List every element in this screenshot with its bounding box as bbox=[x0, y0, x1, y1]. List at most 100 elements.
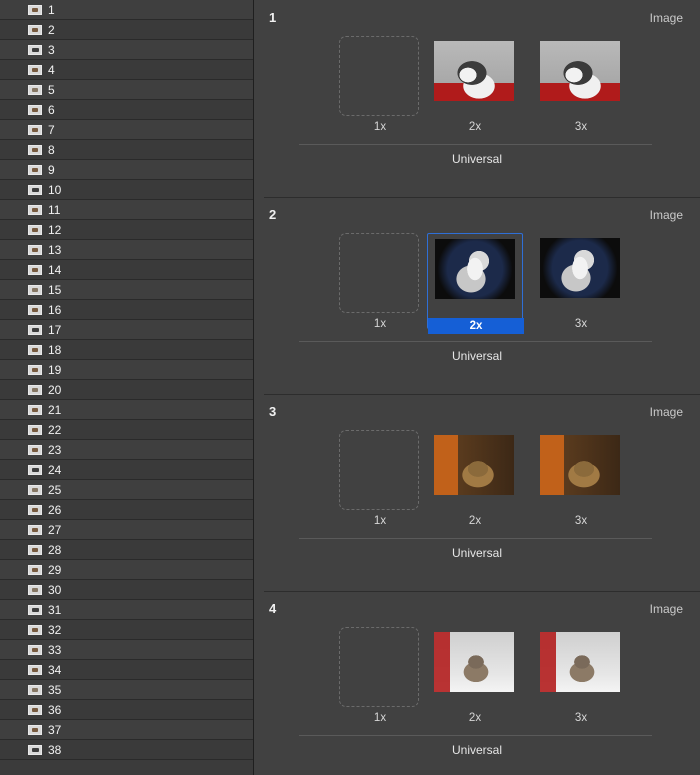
list-item[interactable]: 32 bbox=[0, 620, 253, 640]
thumbnail-icon bbox=[28, 384, 42, 395]
list-item[interactable]: 24 bbox=[0, 460, 253, 480]
list-item[interactable]: 37 bbox=[0, 720, 253, 740]
list-item[interactable]: 3 bbox=[0, 40, 253, 60]
scale-label: 3x bbox=[574, 515, 588, 527]
scale-slot-2x[interactable]: 2x bbox=[427, 430, 523, 527]
image-well[interactable] bbox=[434, 36, 514, 116]
list-item[interactable]: 15 bbox=[0, 280, 253, 300]
thumbnail-icon bbox=[28, 424, 42, 435]
list-item[interactable]: 17 bbox=[0, 320, 253, 340]
asset-catalog-window: 1 2 3 4 5 6 7 8 9 10 11 12 13 14 15 16 17 18 19 20 21 22 23 24 2… bbox=[0, 0, 700, 775]
group-type-label: Image bbox=[649, 11, 683, 25]
list-item[interactable]: 21 bbox=[0, 400, 253, 420]
list-item[interactable]: 22 bbox=[0, 420, 253, 440]
thumbnail-icon bbox=[28, 664, 42, 675]
thumbnail-icon bbox=[28, 244, 42, 255]
empty-drop-well[interactable] bbox=[339, 233, 419, 313]
list-item-label: 25 bbox=[48, 482, 62, 497]
image-well[interactable] bbox=[434, 430, 514, 510]
list-item[interactable]: 18 bbox=[0, 340, 253, 360]
image-set-group: 1 Image 1x 2x 3x Universal bbox=[254, 0, 700, 198]
image-well[interactable] bbox=[540, 36, 620, 116]
thumbnail-icon bbox=[28, 4, 42, 15]
empty-drop-well[interactable] bbox=[339, 627, 419, 707]
scale-slot-3x[interactable]: 3x bbox=[533, 36, 629, 133]
group-type-label: Image bbox=[649, 405, 683, 419]
list-item[interactable]: 19 bbox=[0, 360, 253, 380]
image-well[interactable] bbox=[540, 233, 620, 313]
list-item[interactable]: 10 bbox=[0, 180, 253, 200]
image-well[interactable] bbox=[540, 627, 620, 707]
list-item[interactable]: 8 bbox=[0, 140, 253, 160]
list-item[interactable]: 30 bbox=[0, 580, 253, 600]
cat-image bbox=[540, 41, 620, 101]
image-well[interactable] bbox=[434, 627, 514, 707]
empty-drop-well[interactable] bbox=[339, 36, 419, 116]
list-item[interactable]: 12 bbox=[0, 220, 253, 240]
scale-label: 2x bbox=[428, 318, 524, 334]
list-item-label: 7 bbox=[48, 122, 55, 137]
list-item-label: 5 bbox=[48, 82, 55, 97]
thumbnail-icon bbox=[28, 504, 42, 515]
list-item[interactable]: 28 bbox=[0, 540, 253, 560]
list-item[interactable]: 20 bbox=[0, 380, 253, 400]
scale-slot-2x[interactable]: 2x bbox=[427, 233, 524, 334]
list-item[interactable]: 34 bbox=[0, 660, 253, 680]
thumbnail-icon bbox=[28, 624, 42, 635]
list-item[interactable]: 14 bbox=[0, 260, 253, 280]
thumbnail-icon bbox=[28, 724, 42, 735]
list-item-label: 14 bbox=[48, 262, 62, 277]
list-item[interactable]: 2 bbox=[0, 20, 253, 40]
idiom-label: Universal bbox=[451, 152, 502, 166]
list-item[interactable]: 13 bbox=[0, 240, 253, 260]
list-item[interactable]: 7 bbox=[0, 120, 253, 140]
list-item[interactable]: 5 bbox=[0, 80, 253, 100]
scale-slot-2x[interactable]: 2x bbox=[427, 627, 523, 724]
thumbnail-icon bbox=[28, 364, 42, 375]
image-well[interactable] bbox=[435, 234, 515, 314]
scale-label: 3x bbox=[574, 121, 588, 133]
group-type-label: Image bbox=[649, 208, 683, 222]
list-item[interactable]: 26 bbox=[0, 500, 253, 520]
thumbnail-icon bbox=[28, 524, 42, 535]
scale-slot-1x[interactable]: 1x bbox=[332, 627, 428, 724]
list-item[interactable]: 23 bbox=[0, 440, 253, 460]
list-item[interactable]: 4 bbox=[0, 60, 253, 80]
list-item[interactable]: 31 bbox=[0, 600, 253, 620]
list-item-label: 29 bbox=[48, 562, 62, 577]
cat-image bbox=[540, 435, 620, 495]
scale-slot-2x[interactable]: 2x bbox=[427, 36, 523, 133]
list-item-label: 36 bbox=[48, 702, 62, 717]
idiom-label: Universal bbox=[451, 349, 502, 363]
list-item[interactable]: 11 bbox=[0, 200, 253, 220]
scale-slot-1x[interactable]: 1x bbox=[332, 233, 428, 330]
list-item[interactable]: 16 bbox=[0, 300, 253, 320]
image-well[interactable] bbox=[540, 430, 620, 510]
list-item-label: 18 bbox=[48, 342, 62, 357]
thumbnail-icon bbox=[28, 184, 42, 195]
scale-slot-1x[interactable]: 1x bbox=[332, 36, 428, 133]
scale-slot-3x[interactable]: 3x bbox=[533, 233, 629, 330]
list-item[interactable]: 29 bbox=[0, 560, 253, 580]
image-set-group: 2 Image 1x 2x 3x Universal bbox=[254, 197, 700, 395]
list-item[interactable]: 9 bbox=[0, 160, 253, 180]
asset-list[interactable]: 1 2 3 4 5 6 7 8 9 10 11 12 13 14 15 16 17 18 19 20 21 22 23 24 2… bbox=[0, 0, 254, 775]
thumbnail-icon bbox=[28, 704, 42, 715]
scale-slot-3x[interactable]: 3x bbox=[533, 627, 629, 724]
list-item[interactable]: 1 bbox=[0, 0, 253, 20]
scale-slot-3x[interactable]: 3x bbox=[533, 430, 629, 527]
list-item[interactable]: 36 bbox=[0, 700, 253, 720]
list-item[interactable]: 6 bbox=[0, 100, 253, 120]
list-item-label: 17 bbox=[48, 322, 62, 337]
list-item[interactable]: 38 bbox=[0, 740, 253, 760]
scale-slot-1x[interactable]: 1x bbox=[332, 430, 428, 527]
list-item[interactable]: 33 bbox=[0, 640, 253, 660]
list-item[interactable]: 25 bbox=[0, 480, 253, 500]
list-item-label: 35 bbox=[48, 682, 62, 697]
list-item-label: 13 bbox=[48, 242, 62, 257]
list-item[interactable]: 35 bbox=[0, 680, 253, 700]
list-item-label: 37 bbox=[48, 722, 62, 737]
list-item[interactable]: 27 bbox=[0, 520, 253, 540]
cat-image bbox=[435, 239, 515, 299]
empty-drop-well[interactable] bbox=[339, 430, 419, 510]
